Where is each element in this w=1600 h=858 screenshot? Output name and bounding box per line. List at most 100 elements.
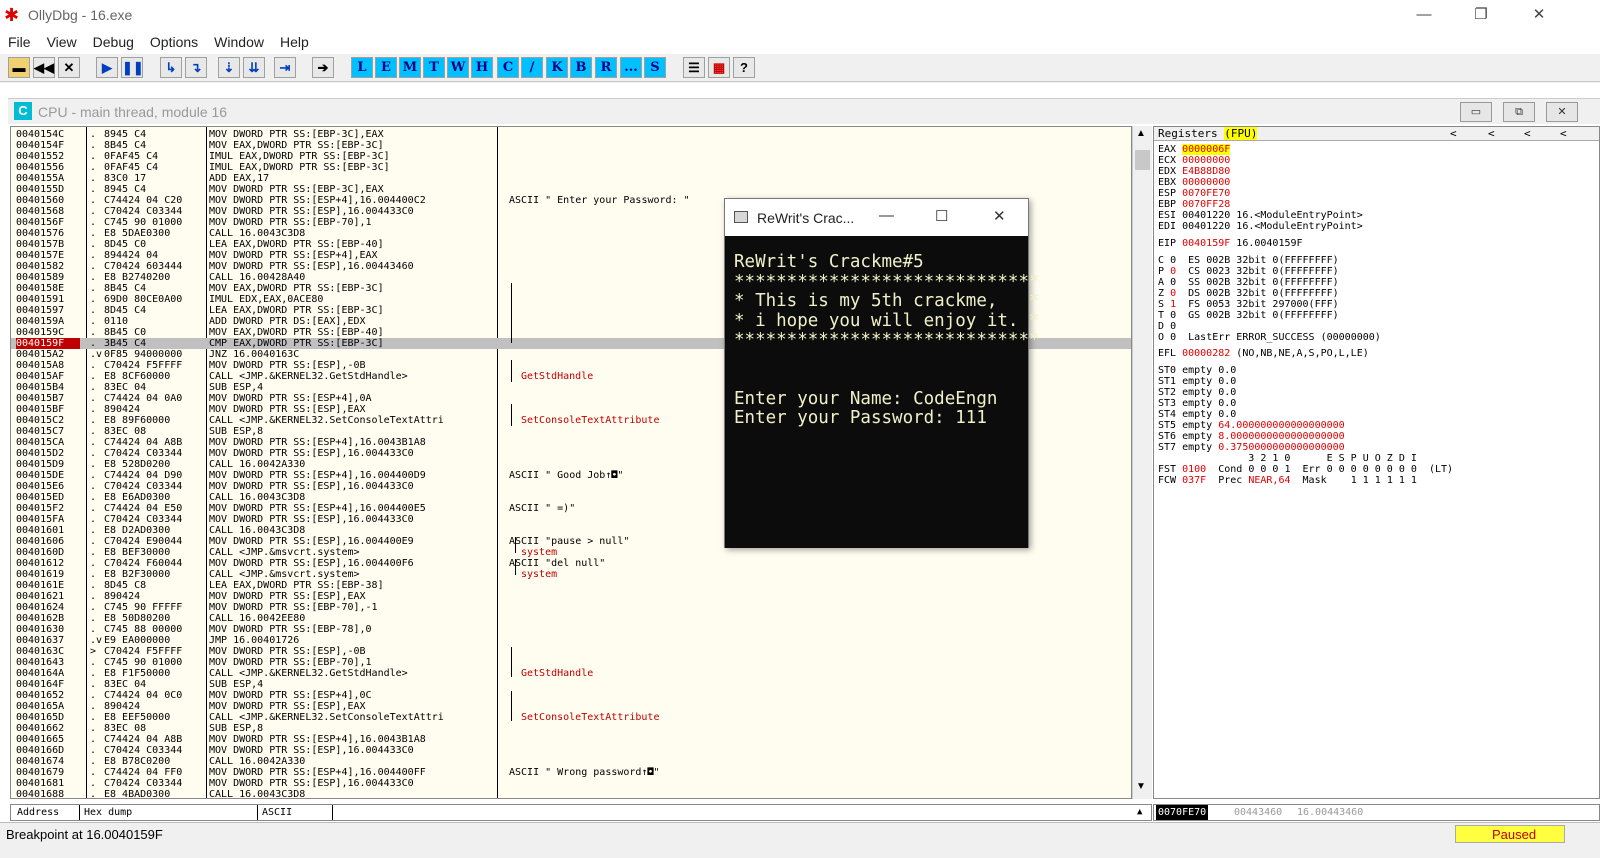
disasm-row[interactable]: 00401621. 890424 MOV DWORD PTR SS:[ESP],EA… — [11, 591, 1131, 602]
dump-col-address[interactable]: Address — [17, 805, 59, 820]
toolbar-cpu-button[interactable]: C — [497, 57, 519, 78]
disasm-row[interactable]: 00401681. C70424 C03344 MOV DWORD PTR SS:[… — [11, 778, 1131, 789]
fpu-status-row[interactable]: FST 0100 Cond 0 0 0 1 Err 0 0 0 0 0 0 0 … — [1158, 464, 1453, 475]
pause-icon[interactable]: ❚❚ — [121, 57, 144, 78]
fpu-row[interactable]: ST4 empty 0.0 — [1158, 409, 1236, 420]
registers-nav-icon[interactable]: < — [1450, 127, 1457, 141]
restart-icon[interactable]: ◀◀ — [33, 57, 55, 78]
disasm-row[interactable]: 0040160D. E8 BEF30000 CALL <JMP.&msvcrt.sy… — [11, 547, 1131, 558]
dump-col-ascii[interactable]: ASCII — [257, 805, 334, 820]
restore-button[interactable]: ❐ — [1452, 0, 1510, 30]
console-output[interactable]: ReWrit's Crackme#5 **********************… — [725, 236, 1040, 548]
registers-pane[interactable]: Registers (FPU) < < < < EAX 0000006F ECX… — [1153, 126, 1600, 799]
flag-row[interactable]: Z 0 DS 002B 32bit 0(FFFFFFFF) — [1158, 288, 1339, 299]
console-maximize-button[interactable]: ☐ — [935, 207, 948, 225]
run-icon[interactable]: ▶ — [96, 57, 118, 78]
fpu-row[interactable]: ST6 empty 8.0000000000000000000 — [1158, 431, 1345, 442]
execute-till-return-icon[interactable]: ⇥ — [274, 57, 296, 78]
console-window[interactable]: ReWrit's Crac... — ☐ ✕ ReWrit's Crackme#… — [724, 198, 1040, 548]
register-row[interactable]: EAX 0000006F — [1158, 144, 1236, 155]
registers-nav-icon[interactable]: < — [1524, 127, 1531, 141]
disasm-row[interactable]: 0040164A. E8 F1F50000 CALL <JMP.&KERNEL32.… — [11, 668, 1131, 679]
options-list-icon[interactable]: ☰ — [683, 57, 705, 78]
toolbar-handles-button[interactable]: H — [471, 57, 493, 78]
cpu-close-button[interactable]: ✕ — [1546, 102, 1578, 122]
dump-col-hex[interactable]: Hex dump — [79, 805, 132, 820]
disassembly-scrollbar[interactable]: ▲ ▼ — [1132, 126, 1152, 799]
fpu-row[interactable]: ST0 empty 0.0 — [1158, 365, 1236, 376]
appearance-grid-icon[interactable]: ▦ — [708, 57, 730, 78]
menu-window[interactable]: Window — [206, 34, 272, 50]
toolbar-patches-button[interactable]: / — [521, 57, 543, 78]
register-row[interactable]: ESI 00401220 16.<ModuleEntryPoint> — [1158, 210, 1363, 221]
flag-row[interactable]: S 1 FS 0053 32bit 297000(FFF) — [1158, 299, 1339, 310]
disasm-row[interactable]: 00401679. C74424 04 FF0 MOV DWORD PTR SS:[… — [11, 767, 1131, 778]
disasm-row[interactable]: 00401688. E8 4BAD0300 CALL 16.0043C3D8 — [11, 789, 1131, 798]
disasm-row[interactable]: 0040165A. 890424 MOV DWORD PTR SS:[ESP],EA… — [11, 701, 1131, 712]
disasm-row[interactable]: 00401662. 83EC 08 SUB ESP,8 — [11, 723, 1131, 734]
disasm-row[interactable]: 0040163C > C70424 F5FFFF MOV DWORD PTR SS:[… — [11, 646, 1131, 657]
flag-row[interactable]: P 0 CS 0023 32bit 0(FFFFFFFF) — [1158, 266, 1339, 277]
goto-icon[interactable]: ➔ — [312, 57, 334, 78]
register-row[interactable]: EDX E4B88D80 — [1158, 166, 1236, 177]
toolbar-windows-button[interactable]: W — [447, 57, 469, 78]
trace-into-icon[interactable]: ⇣ — [218, 57, 240, 78]
toolbar-log-button[interactable]: L — [351, 57, 373, 78]
disasm-row[interactable]: 00401552. 0FAF45 C4 IMUL EAX,DWORD PTR SS:… — [11, 151, 1131, 162]
disasm-row[interactable]: 00401643. C745 90 01000 MOV DWORD PTR SS:[… — [11, 657, 1131, 668]
register-row[interactable]: ECX 00000000 — [1158, 155, 1236, 166]
flag-row[interactable]: C 0 ES 002B 32bit 0(FFFFFFFF) — [1158, 255, 1339, 266]
toolbar-modules-button[interactable]: E — [375, 57, 397, 78]
register-row-eip[interactable]: EIP 0040159F 16.0040159F — [1158, 238, 1303, 249]
disasm-row[interactable]: 00401612. C70424 F60044 MOV DWORD PTR SS:[… — [11, 558, 1131, 569]
fpu-row[interactable]: ST1 empty 0.0 — [1158, 376, 1236, 387]
registers-nav-icon[interactable]: < — [1488, 127, 1495, 141]
menu-help[interactable]: Help — [272, 34, 317, 50]
flag-row[interactable]: A 0 SS 002B 32bit 0(FFFFFFFF) — [1158, 277, 1339, 288]
disasm-row[interactable]: 0040165D. E8 EEF50000 CALL <JMP.&KERNEL32.… — [11, 712, 1131, 723]
trace-over-icon[interactable]: ⇊ — [243, 57, 265, 78]
fpu-row[interactable]: ST5 empty 64.000000000000000000 — [1158, 420, 1345, 431]
cpu-minimize-button[interactable]: ▭ — [1460, 102, 1492, 122]
disasm-row[interactable]: 00401630. C745 88 00000 MOV DWORD PTR SS:[… — [11, 624, 1131, 635]
console-minimize-button[interactable]: — — [879, 207, 894, 224]
toolbar-source-button[interactable]: S — [644, 57, 666, 78]
fpu-row[interactable]: ST2 empty 0.0 — [1158, 387, 1236, 398]
disasm-row[interactable]: 0040161E. 8D45 C8 LEA EAX,DWORD PTR SS:[EB… — [11, 580, 1131, 591]
registers-nav-icon[interactable]: < — [1560, 127, 1567, 141]
flag-row[interactable]: T 0 GS 002B 32bit 0(FFFFFFFF) — [1158, 310, 1339, 321]
toolbar-callstack-button[interactable]: K — [546, 57, 568, 78]
cpu-restore-button[interactable]: ⧉ — [1503, 102, 1535, 122]
disasm-row[interactable]: 00401619. E8 B2F30000 CALL <JMP.&msvcrt.sy… — [11, 569, 1131, 580]
open-icon[interactable]: ▬ — [8, 57, 30, 78]
disasm-row[interactable]: 0040154C. 8945 C4 MOV DWORD PTR SS:[EBP-3C… — [11, 129, 1131, 140]
register-row[interactable]: EBP 0070FF28 — [1158, 199, 1236, 210]
disasm-row[interactable]: 0040155D. 8945 C4 MOV DWORD PTR SS:[EBP-3C… — [11, 184, 1131, 195]
flag-row[interactable]: D 0 — [1158, 321, 1188, 332]
scroll-down-icon[interactable]: ▼ — [1136, 781, 1146, 792]
fpu-control-row[interactable]: FCW 037F Prec NEAR,64 Mask 1 1 1 1 1 1 — [1158, 475, 1417, 486]
step-over-icon[interactable]: ↴ — [185, 57, 207, 78]
toolbar-breakpoints-button[interactable]: B — [570, 57, 592, 78]
disasm-row[interactable]: 00401652. C74424 04 0C0 MOV DWORD PTR SS:[… — [11, 690, 1131, 701]
register-row[interactable]: ESP 0070FE70 — [1158, 188, 1236, 199]
toolbar-memory-button[interactable]: M — [399, 57, 421, 78]
close-process-icon[interactable]: ✕ — [58, 57, 80, 78]
menu-file[interactable]: File — [0, 34, 39, 50]
console-close-button[interactable]: ✕ — [993, 207, 1006, 225]
toolbar-threads-button[interactable]: T — [423, 57, 445, 78]
toolbar-references-button[interactable]: R — [595, 57, 617, 78]
disasm-row[interactable]: 00401637 .v E9 EA000000 JMP 16.00401726 — [11, 635, 1131, 646]
menu-options[interactable]: Options — [142, 34, 206, 50]
stack-pane[interactable]: 0070FE70 00443460 16.00443460 — [1153, 804, 1600, 821]
disasm-row[interactable]: 0040166D. C70424 C03344 MOV DWORD PTR SS:[… — [11, 745, 1131, 756]
minimize-button[interactable]: — — [1395, 0, 1453, 30]
flag-row[interactable]: O 0 LastErr ERROR_SUCCESS (00000000) — [1158, 332, 1381, 343]
disasm-row[interactable]: 0040162B. E8 50D80200 CALL 16.0042EE80 — [11, 613, 1131, 624]
menu-debug[interactable]: Debug — [85, 34, 142, 50]
fpu-bits-header-row[interactable]: 3 2 1 0 E S P U O Z D I — [1158, 453, 1417, 464]
disasm-row[interactable]: 00401674. E8 B78C0200 CALL 16.0042A330 — [11, 756, 1131, 767]
scroll-up-icon[interactable]: ▲ — [1136, 128, 1146, 139]
step-into-icon[interactable]: ↳ — [160, 57, 182, 78]
scroll-thumb[interactable] — [1135, 150, 1150, 170]
